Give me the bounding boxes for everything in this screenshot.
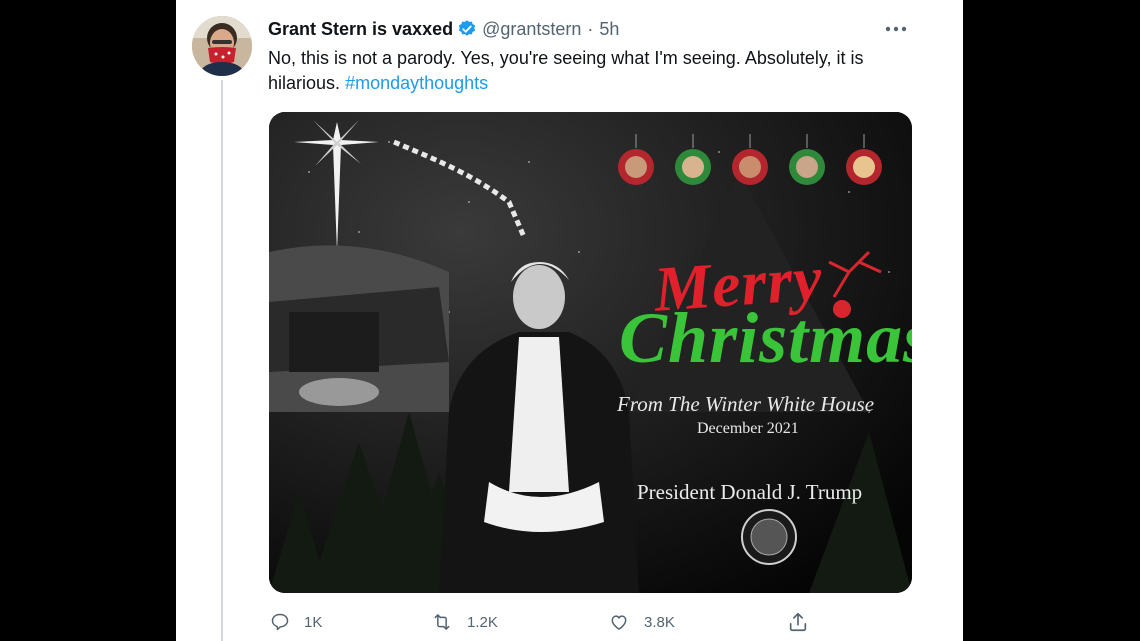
like-count: 3.8K bbox=[644, 613, 675, 631]
thread-line bbox=[221, 80, 223, 641]
share-button[interactable] bbox=[787, 607, 823, 637]
like-button[interactable]: 3.8K bbox=[608, 607, 675, 637]
action-bar: 1K 1.2K 3.8K bbox=[268, 607, 828, 637]
reply-button[interactable]: 1K bbox=[270, 607, 322, 637]
retweet-count: 1.2K bbox=[467, 613, 498, 631]
more-options-icon[interactable] bbox=[881, 14, 911, 44]
card-signature-text: President Donald J. Trump bbox=[637, 480, 863, 504]
like-icon bbox=[611, 615, 627, 630]
share-icon bbox=[789, 612, 807, 632]
hashtag-link[interactable]: #mondaythoughts bbox=[345, 73, 488, 93]
verified-badge-icon bbox=[457, 19, 477, 39]
avatar[interactable] bbox=[192, 16, 252, 76]
handle[interactable]: @grantstern bbox=[482, 19, 581, 40]
reply-icon bbox=[271, 613, 289, 631]
display-name[interactable]: Grant Stern is vaxxed bbox=[268, 19, 453, 40]
tweet-header: Grant Stern is vaxxed @grantstern · 5h bbox=[268, 17, 619, 41]
card-from-text: From The Winter White House bbox=[617, 392, 875, 416]
timestamp[interactable]: 5h bbox=[599, 19, 619, 40]
retweet-icon bbox=[434, 614, 450, 630]
reply-count: 1K bbox=[304, 613, 323, 631]
separator-dot: · bbox=[587, 18, 594, 39]
tweet-image[interactable]: Merry Christmas From The Winter White Ho… bbox=[269, 112, 912, 593]
tweet-text: No, this is not a parody. Yes, you're se… bbox=[268, 46, 918, 96]
card-christmas-text: Christmas bbox=[619, 298, 912, 378]
card-date-text: December 2021 bbox=[697, 420, 799, 437]
tweet-card[interactable]: Grant Stern is vaxxed @grantstern · 5h N… bbox=[176, 0, 963, 641]
screenshot-frame: Grant Stern is vaxxed @grantstern · 5h N… bbox=[0, 0, 1140, 641]
presidential-seal bbox=[741, 509, 797, 565]
retweet-button[interactable]: 1.2K bbox=[431, 607, 498, 637]
